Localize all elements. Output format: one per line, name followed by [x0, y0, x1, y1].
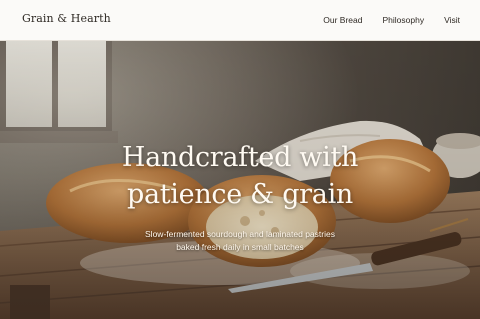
brand-logo[interactable]: Grain & Hearth: [22, 12, 111, 25]
nav-link-visit[interactable]: Visit: [444, 15, 460, 25]
hero-subtitle: Slow-fermented sourdough and laminated p…: [0, 228, 480, 253]
main-nav: Our Bread Philosophy Visit: [323, 15, 460, 25]
hero-title: Handcrafted with patience & grain: [0, 139, 480, 213]
nav-link-philosophy[interactable]: Philosophy: [383, 15, 425, 25]
hero-section: Handcrafted with patience & grain Slow-f…: [0, 41, 480, 319]
hero-subtitle-line-2: baked fresh daily in small batches: [176, 241, 304, 252]
nav-link-our-bread[interactable]: Our Bread: [323, 15, 362, 25]
hero-title-line-1: Handcrafted with: [121, 142, 359, 173]
hero-subtitle-line-1: Slow-fermented sourdough and laminated p…: [145, 229, 335, 239]
site-header: Grain & Hearth Our Bread Philosophy Visi…: [0, 0, 480, 41]
hero-title-line-2: patience & grain: [126, 179, 354, 210]
